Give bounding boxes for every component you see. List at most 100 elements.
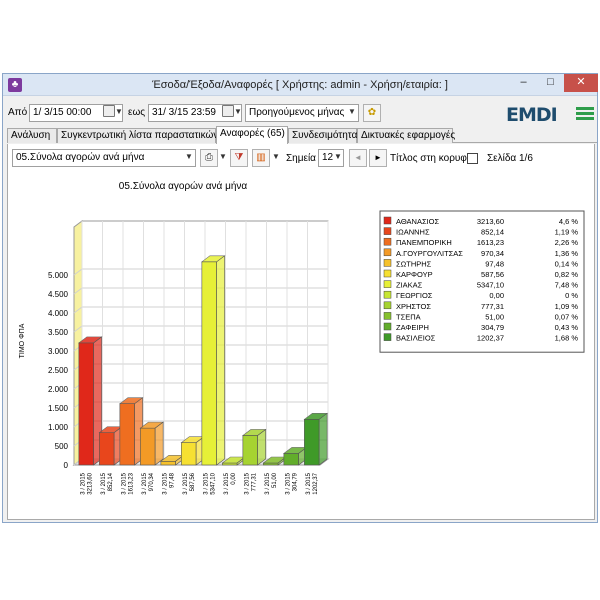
- bar-chart-icon[interactable]: ▥: [252, 149, 270, 167]
- legend-name: ΒΑΣΙΛΕΙΟΣ: [396, 334, 436, 343]
- prev-page-button[interactable]: ◄: [349, 149, 367, 167]
- legend-percent: 1,19 %: [555, 228, 579, 237]
- chevron-down-icon[interactable]: ▼: [183, 149, 195, 165]
- period-select[interactable]: Προηγούμενος μήνας: [245, 104, 359, 122]
- legend-percent: 0,43 %: [555, 323, 579, 332]
- bar: [140, 427, 156, 466]
- legend-name: Α.ΓΟΥΡΓΟΥΛΙΤΣΑΣ: [396, 249, 463, 258]
- title-bar: ♣ Έσοδα/Έξοδα/Αναφορές [ Χρήστης: admin …: [3, 74, 598, 96]
- y-tick-label: 3.000: [48, 347, 69, 356]
- x-date-label: 3 / 2015: [101, 472, 107, 494]
- legend-percent: 1,36 %: [555, 249, 579, 258]
- tab-connectivity[interactable]: Συνδεσιμότητα: [288, 128, 357, 143]
- report-toolbar: 05.Σύνολα αγορών ανά μήνα ▼ ⎙ ▼ ⧩ ▥ ▼ Ση…: [8, 147, 596, 169]
- filter-icon[interactable]: ⧩: [230, 149, 248, 167]
- to-label: εως: [128, 107, 146, 118]
- x-date-label: 3 / 2015: [265, 472, 271, 494]
- x-date-label: 3 / 2015: [121, 472, 127, 494]
- y-tick-label: 4.000: [48, 309, 69, 318]
- y-tick-label: 2.500: [48, 366, 69, 375]
- bar: [181, 442, 197, 466]
- legend-percent: 4,6 %: [559, 217, 579, 226]
- report-select[interactable]: 05.Σύνολα αγορών ανά μήνα: [12, 149, 196, 167]
- legend-name: ΖΙΑΚΑΣ: [396, 281, 423, 290]
- next-page-button[interactable]: ►: [369, 149, 387, 167]
- print-icon[interactable]: ⎙: [200, 149, 218, 167]
- bar: [242, 435, 258, 466]
- x-date-label: 3 / 2015: [162, 472, 168, 494]
- legend-name: ΧΡΗΣΤΟΣ: [396, 302, 431, 311]
- tab-analysis[interactable]: Ανάλυση: [7, 128, 57, 143]
- title-top-checkbox[interactable]: [467, 153, 478, 164]
- chevron-down-icon[interactable]: ▼: [332, 149, 344, 165]
- chevron-down-icon[interactable]: ▼: [346, 104, 358, 120]
- tab-bar: Ανάλυση Συγκεντρωτική λίστα παραστατικών…: [7, 126, 597, 144]
- bar: [201, 261, 217, 466]
- chart-area: 05.Σύνολα αγορών ανά μήνα 0 500 1.000 1.500 2…: [8, 171, 596, 517]
- y-axis-label: ΤΙΜΟ ΦΠΑ: [19, 323, 26, 358]
- legend-value: 970,34: [481, 249, 504, 258]
- legend-swatch: [383, 237, 392, 246]
- legend-swatch: [383, 216, 392, 225]
- x-value-label: 587,56: [190, 472, 196, 491]
- legend-swatch: [383, 280, 392, 288]
- chevron-down-icon[interactable]: ▼: [217, 149, 229, 165]
- report-panel: 05.Σύνολα αγορών ανά μήνα ▼ ⎙ ▼ ⧩ ▥ ▼ Ση…: [7, 144, 595, 520]
- bar-side: [318, 412, 328, 466]
- legend-percent: 0,14 %: [555, 259, 579, 268]
- legend-name: ΣΩΤΗΡΗΣ: [396, 259, 432, 268]
- x-value-label: 97,48: [169, 472, 175, 488]
- page-indicator: Σελίδα 1/6: [487, 153, 533, 164]
- maximize-button[interactable]: □: [537, 74, 564, 92]
- legend-name: ΓΕΩΡΓΙΟΣ: [396, 291, 433, 300]
- tab-document-list[interactable]: Συγκεντρωτική λίστα παραστατικών: [57, 128, 218, 143]
- y-tick-label: 2.000: [48, 385, 69, 394]
- points-label: Σημεία: [286, 153, 316, 164]
- refresh-icon[interactable]: ✿: [363, 104, 381, 122]
- legend-percent: 2,26 %: [555, 238, 579, 247]
- chevron-down-icon[interactable]: ▼: [270, 149, 282, 165]
- legend-name: ΚΑΡΦΟΥΡ: [396, 270, 433, 279]
- tab-reports[interactable]: Αναφορές (65): [216, 126, 288, 144]
- chart-title: 05.Σύνολα αγορών ανά μήνα: [119, 180, 248, 192]
- bar: [119, 403, 135, 466]
- legend-swatch: [383, 301, 392, 310]
- legend-swatch: [383, 322, 392, 331]
- close-button[interactable]: ✕: [564, 74, 598, 92]
- chevron-down-icon[interactable]: ▼: [232, 104, 244, 120]
- menu-icon[interactable]: [576, 107, 594, 123]
- legend-percent: 0 %: [565, 291, 578, 300]
- bar: [304, 419, 320, 466]
- x-date-label: 3 / 2015: [244, 472, 250, 494]
- legend-percent: 7,48 %: [555, 281, 579, 290]
- x-value-label: 1202,37: [313, 472, 319, 494]
- y-tick-label: 1.000: [48, 423, 69, 432]
- legend-name: ΠΑΝΕΜΠΟΡΙΚΗ: [396, 238, 452, 247]
- legend-value: 51,00: [485, 312, 504, 321]
- bar-side: [257, 428, 266, 466]
- tab-network-apps[interactable]: Δικτυακές εφαρμογές: [357, 128, 455, 143]
- from-label: Από: [8, 107, 28, 118]
- legend-percent: 0,82 %: [555, 270, 579, 279]
- minimize-button[interactable]: –: [510, 74, 537, 92]
- legend-value: 5347,10: [477, 281, 504, 290]
- x-date-label: 3 / 2015: [203, 472, 209, 494]
- legend-percent: 1,09 %: [555, 302, 579, 311]
- y-tick-label: 0: [64, 461, 69, 470]
- x-date-label: 3 / 2015: [142, 472, 148, 494]
- y-tick-label: 1.500: [48, 404, 69, 413]
- bar: [99, 432, 115, 466]
- chevron-down-icon[interactable]: ▼: [113, 104, 125, 120]
- legend-value: 3213,60: [477, 217, 504, 226]
- legend-percent: 0,07 %: [555, 312, 579, 321]
- legend-swatch: [383, 259, 392, 267]
- company-logo: EMDI: [506, 104, 596, 126]
- x-value-label: 852,14: [108, 472, 114, 491]
- window-title: Έσοδα/Έξοδα/Αναφορές [ Χρήστης: admin - …: [152, 79, 448, 91]
- x-date-label: 3 / 2015: [80, 472, 86, 494]
- y-tick-label: 3.500: [48, 328, 69, 337]
- x-date-label: 3 / 2015: [224, 472, 230, 494]
- y-tick-label: 500: [55, 442, 69, 451]
- legend-value: 777,31: [481, 302, 504, 311]
- x-value-label: 3213,60: [87, 472, 93, 494]
